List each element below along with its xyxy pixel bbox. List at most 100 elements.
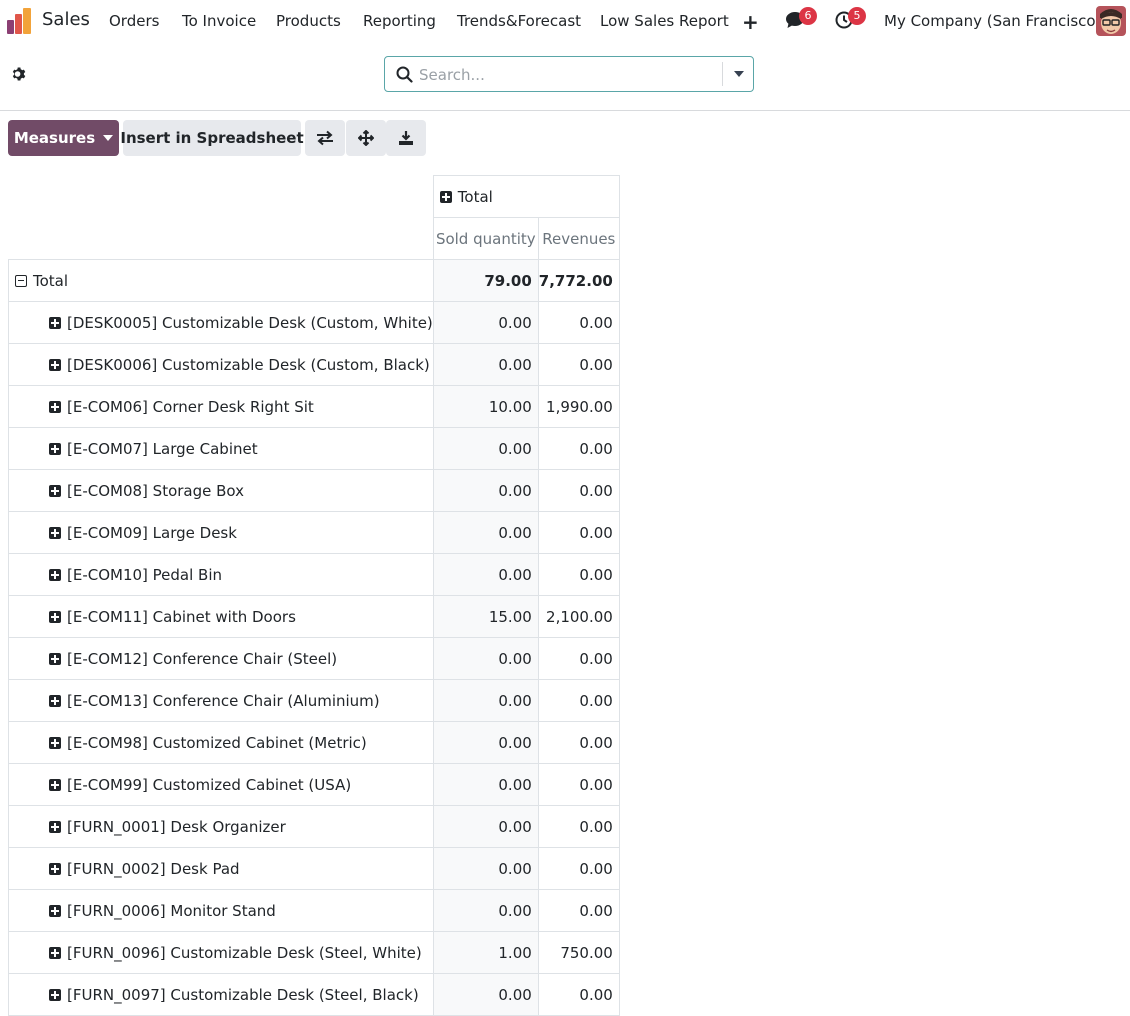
company-switcher[interactable]: My Company (San Francisco) xyxy=(884,12,1101,30)
pivot-row-header[interactable]: [E-COM12] Conference Chair (Steel) xyxy=(8,637,434,680)
flip-axis-button[interactable] xyxy=(305,120,345,156)
cell-revenues[interactable]: 0.00 xyxy=(537,427,620,470)
cell-sold-quantity[interactable]: 0.00 xyxy=(432,637,539,680)
cell-sold-quantity[interactable]: 0.00 xyxy=(432,301,539,344)
pivot-row-header[interactable]: [E-COM10] Pedal Bin xyxy=(8,553,434,596)
pivot-table: Total Sold quantity Revenues Total 79.00… xyxy=(8,175,620,1016)
expand-icon xyxy=(49,610,61,623)
cell-revenues[interactable]: 0.00 xyxy=(537,763,620,806)
cell-revenues[interactable]: 0.00 xyxy=(537,553,620,596)
row-label: [E-COM99] Customized Cabinet (USA) xyxy=(67,775,352,794)
download-button[interactable] xyxy=(386,120,426,156)
cell-sold-quantity[interactable]: 0.00 xyxy=(432,973,539,1016)
pivot-row: [E-COM10] Pedal Bin 0.00 0.00 xyxy=(8,553,620,596)
pivot-col-header-total[interactable]: Total xyxy=(432,175,620,218)
cell-sold-quantity[interactable]: 15.00 xyxy=(432,595,539,638)
expand-icon xyxy=(439,190,452,203)
cell-sold-quantity[interactable]: 0.00 xyxy=(432,889,539,932)
cell-sold-quantity[interactable]: 0.00 xyxy=(432,511,539,554)
expand-icon xyxy=(49,568,61,581)
pivot-row-header[interactable]: [E-COM09] Large Desk xyxy=(8,511,434,554)
menu-to-invoice[interactable]: To Invoice xyxy=(182,12,256,30)
pivot-row: [E-COM06] Corner Desk Right Sit 10.00 1,99… xyxy=(8,385,620,428)
cell-revenues[interactable]: 0.00 xyxy=(537,511,620,554)
row-label: [E-COM06] Corner Desk Right Sit xyxy=(67,397,314,416)
expand-icon xyxy=(49,778,61,791)
expand-icon xyxy=(49,904,61,917)
cell-revenues[interactable]: 750.00 xyxy=(537,931,620,974)
cell-revenues[interactable]: 0.00 xyxy=(537,889,620,932)
cell-sold-quantity[interactable]: 0.00 xyxy=(432,721,539,764)
pivot-row-header[interactable]: [E-COM07] Large Cabinet xyxy=(8,427,434,470)
search-options-toggle[interactable] xyxy=(722,62,754,86)
cell-sold-quantity[interactable]: 0.00 xyxy=(432,805,539,848)
menu-trends-forecast[interactable]: Trends&Forecast xyxy=(457,12,581,30)
cell-revenues[interactable]: 0.00 xyxy=(537,637,620,680)
caret-down-icon xyxy=(103,135,114,141)
cell-sold-quantity[interactable]: 79.00 xyxy=(432,259,539,302)
cell-revenues[interactable]: 0.00 xyxy=(537,343,620,386)
expand-icon xyxy=(49,484,61,497)
cell-revenues[interactable]: 7,772.00 xyxy=(537,259,620,302)
cell-revenues[interactable]: 0.00 xyxy=(537,847,620,890)
cell-revenues[interactable]: 0.00 xyxy=(537,469,620,512)
pivot-row-header[interactable]: [FURN_0002] Desk Pad xyxy=(8,847,434,890)
menu-products[interactable]: Products xyxy=(276,12,341,30)
pivot-row-header[interactable]: [E-COM06] Corner Desk Right Sit xyxy=(8,385,434,428)
pivot-row: [E-COM08] Storage Box 0.00 0.00 xyxy=(8,469,620,512)
measure-header-revenues[interactable]: Revenues xyxy=(537,217,620,260)
pivot-col-header-label: Total xyxy=(457,187,493,206)
measures-button[interactable]: Measures xyxy=(8,120,119,156)
cell-sold-quantity[interactable]: 10.00 xyxy=(432,385,539,428)
cell-sold-quantity[interactable]: 1.00 xyxy=(432,931,539,974)
pivot-row-header[interactable]: [FURN_0096] Customizable Desk (Steel, Wh… xyxy=(8,931,434,974)
row-label: [E-COM07] Large Cabinet xyxy=(67,439,258,458)
cell-sold-quantity[interactable]: 0.00 xyxy=(432,427,539,470)
cell-revenues[interactable]: 0.00 xyxy=(537,805,620,848)
cell-revenues[interactable]: 0.00 xyxy=(537,973,620,1016)
user-avatar[interactable] xyxy=(1096,6,1126,36)
cell-revenues[interactable]: 1,990.00 xyxy=(537,385,620,428)
pivot-row: [FURN_0006] Monitor Stand 0.00 0.00 xyxy=(8,889,620,932)
row-label: [DESK0005] Customizable Desk (Custom, Wh… xyxy=(67,313,433,332)
pivot-row-header[interactable]: [FURN_0001] Desk Organizer xyxy=(8,805,434,848)
cell-revenues[interactable]: 2,100.00 xyxy=(537,595,620,638)
cell-sold-quantity[interactable]: 0.00 xyxy=(432,679,539,722)
gear-icon[interactable] xyxy=(11,66,27,86)
control-panel-divider xyxy=(0,110,1130,111)
cell-sold-quantity[interactable]: 0.00 xyxy=(432,553,539,596)
pivot-row-header[interactable]: [E-COM99] Customized Cabinet (USA) xyxy=(8,763,434,806)
row-label: [FURN_0096] Customizable Desk (Steel, Wh… xyxy=(67,943,422,962)
expand-all-button[interactable] xyxy=(346,120,386,156)
cell-revenues[interactable]: 0.00 xyxy=(537,721,620,764)
pivot-row-header[interactable]: [DESK0005] Customizable Desk (Custom, Wh… xyxy=(8,301,434,344)
pivot-row-header[interactable]: [FURN_0006] Monitor Stand xyxy=(8,889,434,932)
insert-spreadsheet-button[interactable]: Insert in Spreadsheet xyxy=(120,120,304,156)
pivot-row: [E-COM12] Conference Chair (Steel) 0.00 0.… xyxy=(8,637,620,680)
menu-reporting[interactable]: Reporting xyxy=(363,12,436,30)
menu-low-sales-report[interactable]: Low Sales Report xyxy=(600,12,729,30)
pivot-row-header[interactable]: [E-COM13] Conference Chair (Aluminium) xyxy=(8,679,434,722)
measure-header-sold-quantity[interactable]: Sold quantity xyxy=(432,217,539,260)
cell-revenues[interactable]: 0.00 xyxy=(537,301,620,344)
pivot-row-header[interactable]: [E-COM98] Customized Cabinet (Metric) xyxy=(8,721,434,764)
cell-sold-quantity[interactable]: 0.00 xyxy=(432,763,539,806)
pivot-row-header[interactable]: [DESK0006] Customizable Desk (Custom, Bl… xyxy=(8,343,434,386)
cell-sold-quantity[interactable]: 0.00 xyxy=(432,469,539,512)
app-name[interactable]: Sales xyxy=(42,9,90,30)
menu-orders[interactable]: Orders xyxy=(109,12,159,30)
plus-icon[interactable]: + xyxy=(742,10,759,34)
sales-app-icon[interactable] xyxy=(7,8,32,34)
cell-sold-quantity[interactable]: 0.00 xyxy=(432,343,539,386)
pivot-row: [E-COM13] Conference Chair (Aluminium) 0.… xyxy=(8,679,620,722)
top-navbar: Sales Orders To Invoice Products Reporti… xyxy=(0,0,1130,42)
expand-icon xyxy=(49,862,61,875)
cell-revenues[interactable]: 0.00 xyxy=(537,679,620,722)
pivot-row-header-total[interactable]: Total xyxy=(8,259,434,302)
search-input[interactable] xyxy=(419,64,719,86)
pivot-row-header[interactable]: [E-COM08] Storage Box xyxy=(8,469,434,512)
pivot-row-header[interactable]: [FURN_0097] Customizable Desk (Steel, Bl… xyxy=(8,973,434,1016)
cell-sold-quantity[interactable]: 0.00 xyxy=(432,847,539,890)
expand-icon xyxy=(49,820,61,833)
pivot-row-header[interactable]: [E-COM11] Cabinet with Doors xyxy=(8,595,434,638)
